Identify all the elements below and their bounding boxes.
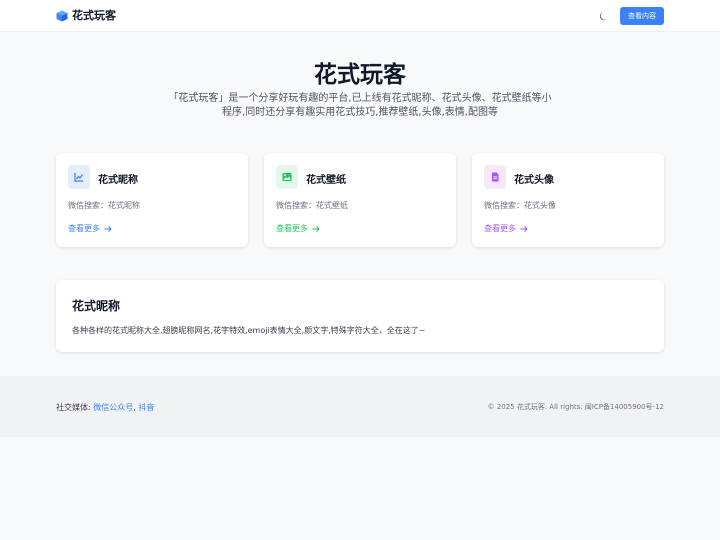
social-label: 社交媒体: [56, 403, 91, 412]
card-title: 花式头像 [514, 175, 554, 186]
image-icon [282, 173, 292, 181]
document-icon [492, 172, 499, 182]
card-link-label: 查看更多 [276, 224, 308, 233]
chart-line-icon [74, 173, 83, 182]
card-link-label: 查看更多 [68, 224, 100, 233]
feature-text: 各种各样的花式昵称大全,翅膀昵称网名,花字特效,emoji表情大全,颜文字,特殊… [72, 326, 426, 335]
card-view-more-link[interactable]: 查看更多 [484, 223, 528, 234]
social-media: 社交媒体: 微信公众号, 抖音 [56, 402, 154, 413]
top-navbar: 花式玩客 查看内容 [0, 0, 720, 32]
cube-icon [56, 10, 68, 22]
arrow-right-icon [312, 225, 320, 232]
wechat-official-link[interactable]: 微信公众号 [93, 403, 133, 412]
brand-name: 花式玩客 [72, 9, 116, 22]
moon-icon[interactable] [598, 10, 610, 22]
arrow-right-icon [104, 225, 112, 232]
card-nickname: 花式昵称 微信搜索：花式昵称 查看更多 [56, 153, 248, 247]
card-icon-box [484, 165, 506, 189]
card-icon-box [68, 165, 90, 189]
social-separator: , [133, 403, 136, 412]
card-view-more-link[interactable]: 查看更多 [276, 223, 320, 234]
card-subtitle: 微信搜索：花式头像 [484, 201, 556, 210]
copyright: © 2025 花式玩客. All rights. 闽ICP备14005900号-… [487, 403, 664, 411]
card-avatar: 花式头像 微信搜索：花式头像 查看更多 [472, 153, 664, 247]
arrow-right-icon [520, 225, 528, 232]
view-content-button[interactable]: 查看内容 [620, 7, 664, 25]
card-subtitle: 微信搜索：花式壁纸 [276, 201, 348, 210]
card-wallpaper: 花式壁纸 微信搜索：花式壁纸 查看更多 [264, 153, 456, 247]
feature-panel: 花式昵称 各种各样的花式昵称大全,翅膀昵称网名,花字特效,emoji表情大全,颜… [56, 280, 664, 352]
brand[interactable]: 花式玩客 [56, 9, 116, 23]
feature-title: 花式昵称 [72, 299, 121, 313]
footer: 社交媒体: 微信公众号, 抖音 © 2025 花式玩客. All rights.… [0, 376, 720, 437]
card-link-label: 查看更多 [484, 224, 516, 233]
douyin-link[interactable]: 抖音 [138, 403, 154, 412]
page-title: 花式玩客 [314, 62, 406, 88]
card-title: 花式昵称 [98, 175, 138, 186]
card-view-more-link[interactable]: 查看更多 [68, 223, 112, 234]
card-icon-box [276, 165, 298, 189]
card-title: 花式壁纸 [306, 175, 346, 186]
hero-description: 「花式玩客」是一个分享好玩有趣的平台,已上线有花式昵称、花式头像、花式壁纸等小程… [168, 93, 552, 118]
card-subtitle: 微信搜索：花式昵称 [68, 201, 140, 210]
